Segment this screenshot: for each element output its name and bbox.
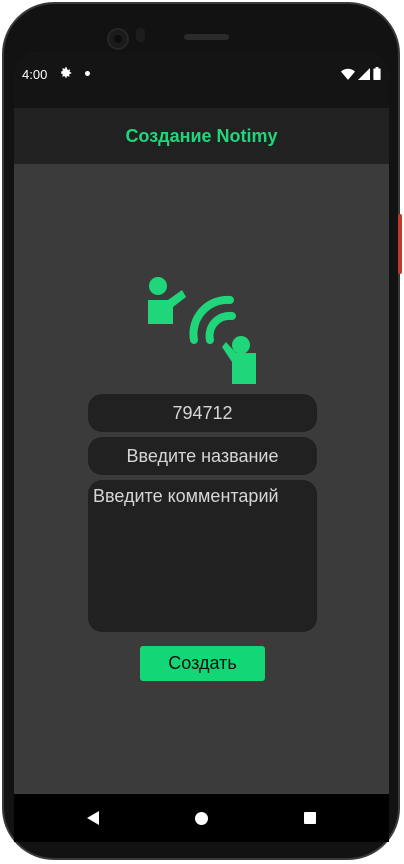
code-value: 794712 bbox=[172, 402, 233, 423]
notification-dot-icon bbox=[85, 71, 90, 76]
battery-icon bbox=[373, 67, 381, 80]
status-time: 4:00 bbox=[22, 67, 48, 82]
signal-icon bbox=[358, 67, 370, 80]
people-broadcast-icon bbox=[148, 277, 256, 384]
comment-placeholder: Введите комментарий bbox=[93, 486, 279, 506]
earpiece-speaker bbox=[184, 34, 229, 40]
create-button[interactable]: Создать bbox=[140, 646, 265, 681]
gear-icon bbox=[59, 66, 73, 83]
navigation-bar bbox=[14, 794, 389, 842]
front-camera bbox=[107, 28, 129, 50]
page-title: Создание Notimy bbox=[125, 125, 278, 146]
screen: 4:00 Создание Notimy 794712 Введите назв… bbox=[14, 52, 389, 830]
recents-icon[interactable] bbox=[304, 812, 316, 824]
wifi-icon bbox=[341, 68, 355, 80]
home-icon[interactable] bbox=[195, 812, 208, 825]
status-bar: 4:00 bbox=[14, 52, 389, 108]
status-icons bbox=[341, 67, 381, 80]
proximity-sensor bbox=[136, 28, 145, 42]
name-placeholder: Введите название bbox=[126, 445, 279, 466]
app-bar: Создание Notimy bbox=[14, 108, 389, 164]
name-input[interactable]: Введите название bbox=[88, 437, 317, 475]
power-button bbox=[398, 214, 402, 274]
comment-textarea[interactable]: Введите комментарий bbox=[88, 480, 317, 632]
code-field[interactable]: 794712 bbox=[88, 394, 317, 432]
back-icon[interactable] bbox=[87, 811, 99, 825]
